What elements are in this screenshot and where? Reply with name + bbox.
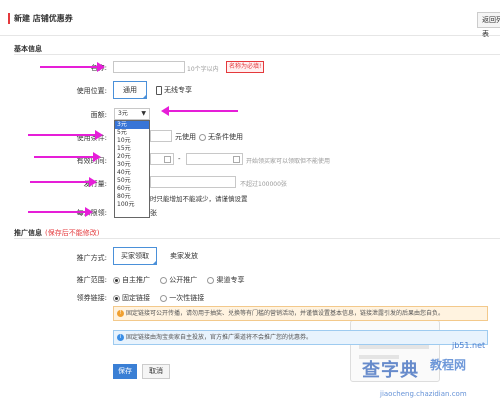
position-mobile-label: 无线专享 <box>164 86 192 94</box>
face-value-select[interactable]: 3元 ▼ <box>114 108 150 120</box>
scope-option-channel[interactable]: 渠道专享 <box>207 276 244 284</box>
promo-section-title-text: 推广信息 <box>14 229 42 237</box>
scope-radio-group[interactable]: 自主推广 公开推广 渠道专享 <box>113 275 252 285</box>
fixed-link-warning-text: 固定链接可公开传播，请勿用于抽奖、兑换等有门槛的营销活动，并谨慎设置基本信息，链… <box>126 310 445 317</box>
face-option[interactable]: 10元 <box>115 137 149 145</box>
method-label: 推广方式: <box>76 254 107 262</box>
scope-option-public-label: 公开推广 <box>169 276 198 284</box>
radio-icon <box>113 294 120 302</box>
link-radio-group[interactable]: 固定链接 一次性链接 <box>113 293 212 303</box>
calendar-icon <box>233 156 240 163</box>
face-value-label: 面额: <box>90 111 107 119</box>
validity-start-input[interactable] <box>150 153 174 165</box>
fixed-link-warning: ! 固定链接可公开传播，请勿用于抽奖、兑换等有门槛的营销活动，并谨慎设置基本信息… <box>113 306 488 321</box>
radio-icon <box>207 276 215 284</box>
watermark-url: jiaocheng.chazidian.com <box>380 390 467 398</box>
warning-icon: ! <box>117 310 124 317</box>
dropdown-arrow-icon: ▼ <box>141 110 146 117</box>
face-option[interactable]: 60元 <box>115 185 149 193</box>
radio-icon <box>113 276 120 284</box>
face-option[interactable]: 5元 <box>115 129 149 137</box>
selected-corner-icon <box>152 260 157 265</box>
fixed-link-info: i 固定链接由淘宝卖家自主投放，官方推广渠道将不会推广您的优惠券。 <box>113 330 488 345</box>
watermark-brand: 查字典 <box>362 360 419 381</box>
face-option[interactable]: 3元 <box>115 121 149 129</box>
scope-label: 推广范围: <box>76 276 107 284</box>
name-error-message: 名称为必填! <box>226 61 265 73</box>
face-option[interactable]: 20元 <box>115 153 149 161</box>
scope-option-self[interactable]: 自主推广 <box>113 276 150 284</box>
position-general-label: 通用 <box>123 86 137 94</box>
link-option-once-label: 一次性链接 <box>169 294 205 302</box>
cancel-button[interactable]: 取消 <box>142 364 170 379</box>
watermark-domain: jb51.net <box>452 341 486 350</box>
annotation-arrow-issue <box>30 177 97 187</box>
validity-separator: - <box>178 155 181 163</box>
issue-hint: 不超过100000张 <box>240 181 287 188</box>
validity-hint: 开始领买家可以领取但不能使用 <box>246 158 331 165</box>
preview-line <box>359 345 429 349</box>
limit-suffix: 张 <box>150 209 157 217</box>
link-label: 领券链接: <box>76 294 107 302</box>
position-mobile-button[interactable]: 无线专享 <box>151 81 197 99</box>
method-seller-issue-label: 卖家发放 <box>170 252 198 260</box>
link-option-once[interactable]: 一次性链接 <box>160 294 204 302</box>
radio-icon <box>160 276 168 284</box>
issue-quantity-input[interactable] <box>150 176 236 188</box>
promo-section-note: (保存后不能修改) <box>45 229 100 237</box>
condition-amount-input[interactable] <box>150 130 172 142</box>
method-buyer-claim-button[interactable]: 买家领取 <box>113 247 157 265</box>
face-value-selected: 3元 <box>118 110 128 117</box>
basic-section-divider <box>14 54 500 55</box>
phone-icon <box>156 85 162 95</box>
condition-none-radio[interactable]: 无条件使用 <box>199 132 243 142</box>
calendar-icon <box>164 156 171 163</box>
name-hint: 10个字以内 <box>187 66 219 73</box>
annotation-arrow-condition <box>28 130 103 140</box>
link-option-fixed[interactable]: 固定链接 <box>113 294 150 302</box>
method-seller-issue-button[interactable]: 卖家发放 <box>162 247 206 265</box>
promo-section-divider <box>14 238 500 239</box>
page-title: 新建 店铺优惠券 <box>14 14 73 23</box>
watermark-site: 教程网 <box>430 358 467 372</box>
basic-section-title: 基本信息 <box>14 45 42 53</box>
back-to-list-button[interactable]: 返回列表 <box>477 12 500 38</box>
position-label: 使用位置: <box>76 87 107 95</box>
scope-option-public[interactable]: 公开推广 <box>160 276 197 284</box>
limit-label: 每人限领: <box>47 208 107 218</box>
condition-unit: 元使用 <box>175 133 196 141</box>
face-option[interactable]: 100元 <box>115 201 149 209</box>
name-input[interactable] <box>113 61 185 73</box>
issue-note: 时只能增加不能减少，请谨慎设置 <box>150 195 248 203</box>
face-option[interactable]: 30元 <box>115 161 149 169</box>
fixed-link-info-text: 固定链接由淘宝卖家自主投放，官方推广渠道将不会推广您的优惠券。 <box>126 334 313 341</box>
face-option[interactable]: 80元 <box>115 193 149 201</box>
title-accent-bar <box>8 13 10 24</box>
selected-corner-icon <box>142 94 147 99</box>
condition-none-label: 无条件使用 <box>208 133 243 141</box>
face-option[interactable]: 40元 <box>115 169 149 177</box>
validity-end-input[interactable] <box>186 153 243 165</box>
radio-icon <box>160 294 168 302</box>
scope-option-self-label: 自主推广 <box>122 276 150 284</box>
position-general-button[interactable]: 通用 <box>113 81 147 99</box>
annotation-arrow-name <box>40 62 105 72</box>
annotation-arrow-validity <box>34 152 101 162</box>
scope-option-channel-label: 渠道专享 <box>216 276 245 284</box>
link-option-fixed-label: 固定链接 <box>122 294 150 302</box>
annotation-arrow-face <box>161 106 238 116</box>
save-button[interactable]: 保存 <box>113 364 137 379</box>
radio-icon <box>199 133 206 141</box>
method-buyer-claim-label: 买家领取 <box>121 252 149 260</box>
annotation-arrow-limit <box>28 207 93 217</box>
info-icon: i <box>117 334 124 341</box>
face-option[interactable]: 50元 <box>115 177 149 185</box>
promo-section-title: 推广信息 (保存后不能修改) <box>14 228 99 238</box>
page-header: 新建 店铺优惠券 返回列表 <box>0 0 500 38</box>
face-option[interactable]: 15元 <box>115 145 149 153</box>
face-value-dropdown-list[interactable]: 3元 5元 10元 15元 20元 30元 40元 50元 60元 80元 10… <box>114 120 150 218</box>
